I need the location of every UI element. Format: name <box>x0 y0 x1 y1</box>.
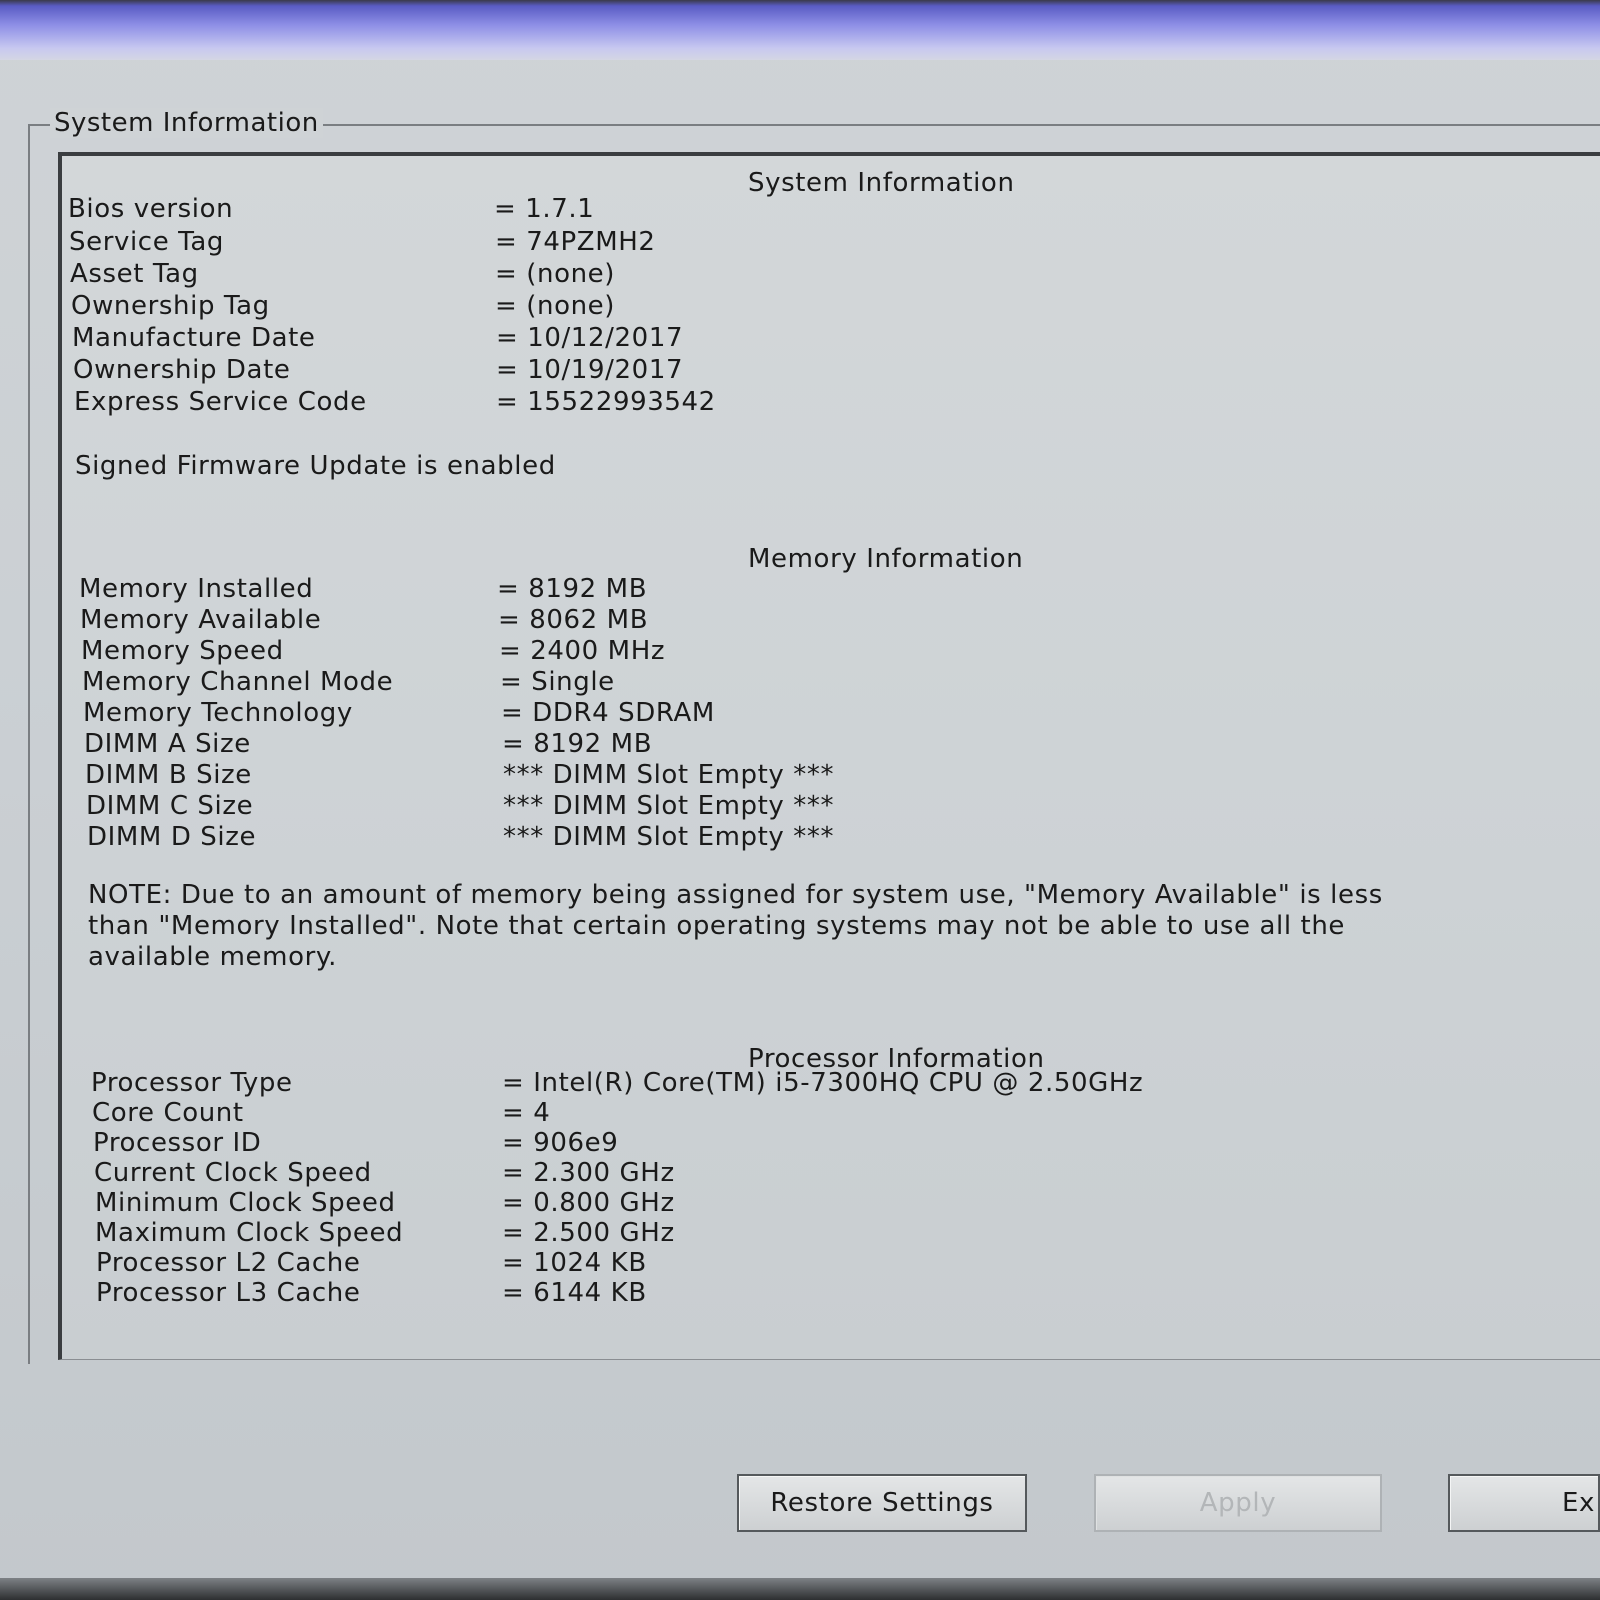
groupbox-title: System Information <box>50 108 323 138</box>
row-value: = 74PZMH2 <box>495 227 656 257</box>
row-value: = 1024 KB <box>502 1248 647 1278</box>
row-label: Bios version <box>68 194 234 224</box>
row-value: *** DIMM Slot Empty *** <box>503 791 835 821</box>
row-value: = Intel(R) Core(TM) i5-7300HQ CPU @ 2.50… <box>502 1068 1144 1098</box>
memory-section-title: Memory Information <box>748 544 1024 574</box>
row-value: = Single <box>500 667 615 697</box>
row-label: Minimum Clock Speed <box>95 1188 396 1218</box>
row-label: DIMM A Size <box>84 729 251 759</box>
row-value: = (none) <box>495 291 615 321</box>
row-label: Service Tag <box>69 227 224 257</box>
row-value: = 1.7.1 <box>494 194 595 224</box>
row-value: = 906e9 <box>502 1128 619 1158</box>
row-value: = 2400 MHz <box>499 636 666 666</box>
title-bar <box>0 0 1600 60</box>
row-value: = 8192 MB <box>502 729 653 759</box>
row-label: Ownership Date <box>73 355 291 385</box>
row-value: = 0.800 GHz <box>502 1188 675 1218</box>
row-label: Memory Installed <box>79 574 314 604</box>
row-label: Express Service Code <box>74 387 367 417</box>
row-value: = 8062 MB <box>498 605 649 635</box>
row-label: DIMM B Size <box>85 760 252 790</box>
row-value: = DDR4 SDRAM <box>501 698 715 728</box>
restore-settings-button[interactable]: Restore Settings <box>737 1474 1027 1532</box>
row-value: = 2.300 GHz <box>502 1158 675 1188</box>
memory-note-line: available memory. <box>88 942 338 972</box>
apply-button[interactable]: Apply <box>1094 1474 1382 1532</box>
row-label: Memory Available <box>80 605 322 635</box>
row-label: Maximum Clock Speed <box>95 1218 404 1248</box>
row-label: Memory Technology <box>83 698 353 728</box>
row-label: Processor Type <box>91 1068 293 1098</box>
row-value: = (none) <box>495 259 615 289</box>
row-label: Memory Channel Mode <box>82 667 394 697</box>
row-label: DIMM C Size <box>86 791 254 821</box>
row-label: Processor L3 Cache <box>96 1278 361 1308</box>
memory-note-line: than "Memory Installed". Note that certa… <box>88 911 1346 941</box>
exit-button[interactable]: Ex <box>1448 1474 1600 1532</box>
row-label: DIMM D Size <box>87 822 257 852</box>
memory-note: NOTE: Due to an amount of memory being a… <box>88 880 1383 973</box>
row-label: Memory Speed <box>81 636 284 666</box>
system-section-title: System Information <box>748 168 1015 198</box>
row-label: Current Clock Speed <box>94 1158 372 1188</box>
row-value: = 10/12/2017 <box>496 323 684 353</box>
row-label: Processor L2 Cache <box>96 1248 361 1278</box>
row-label: Asset Tag <box>70 259 199 289</box>
row-value: = 8192 MB <box>497 574 648 604</box>
row-value: = 10/19/2017 <box>496 355 684 385</box>
row-value: = 4 <box>502 1098 551 1128</box>
bios-screen: System Information System Information Bi… <box>0 0 1600 1600</box>
row-value: = 6144 KB <box>502 1278 647 1308</box>
row-label: Ownership Tag <box>71 291 270 321</box>
row-label: Core Count <box>92 1098 244 1128</box>
row-label: Processor ID <box>93 1128 262 1158</box>
memory-note-line: NOTE: Due to an amount of memory being a… <box>88 880 1383 910</box>
row-value: *** DIMM Slot Empty *** <box>503 760 835 790</box>
firmware-status: Signed Firmware Update is enabled <box>75 451 556 481</box>
row-value: = 15522993542 <box>496 387 716 417</box>
row-label: Manufacture Date <box>72 323 316 353</box>
screen-bezel <box>0 1578 1600 1600</box>
row-value: *** DIMM Slot Empty *** <box>503 822 835 852</box>
row-value: = 2.500 GHz <box>502 1218 675 1248</box>
